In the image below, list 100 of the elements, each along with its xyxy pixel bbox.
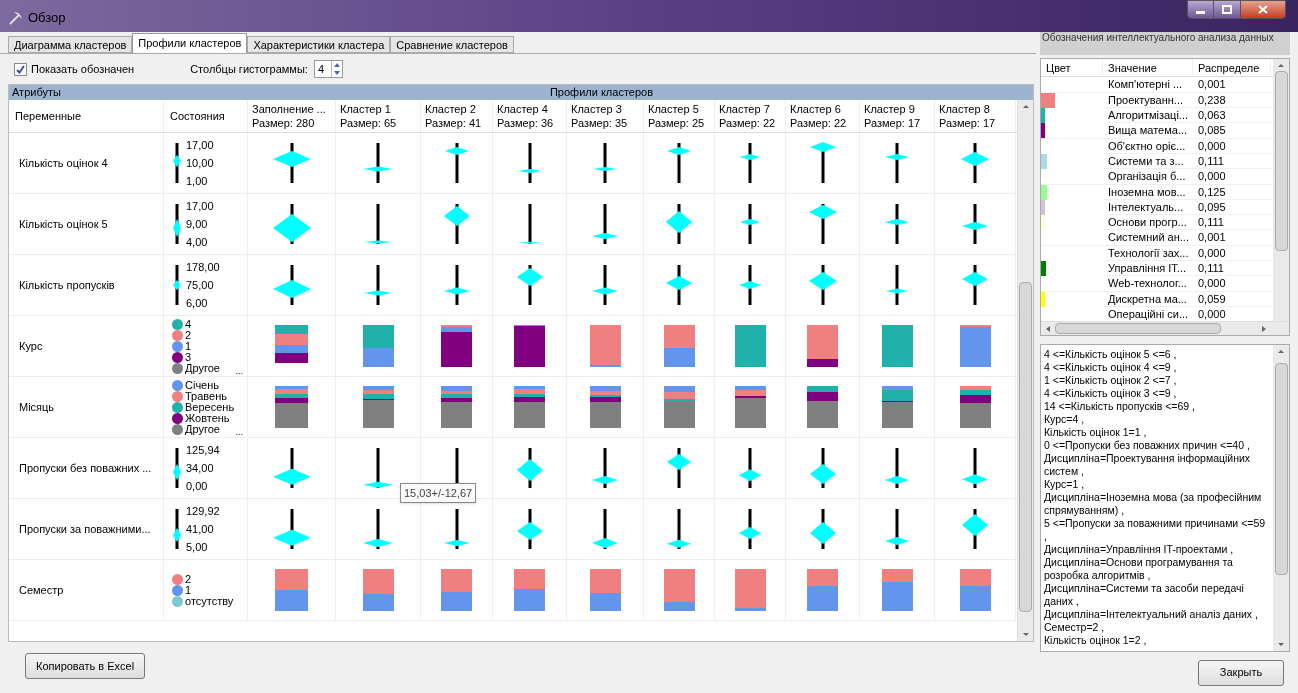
- state-value: 125,94: [186, 443, 220, 457]
- column-header[interactable]: Кластер 4 Размер: 36: [493, 100, 567, 132]
- state-label: 2: [185, 330, 192, 340]
- checkbox[interactable]: [14, 62, 27, 76]
- vertical-scrollbar[interactable]: [1273, 59, 1289, 322]
- column-header[interactable]: Кластер 9 Размер: 17: [860, 100, 935, 132]
- copy-to-excel-button[interactable]: Копировать в Excel: [25, 653, 146, 679]
- range-diamond-icon: [271, 263, 312, 307]
- range-diamond-icon: [884, 507, 910, 551]
- range-diamond-icon: [666, 446, 692, 490]
- close-icon: [1258, 5, 1268, 14]
- range-diamond-icon: [591, 202, 619, 246]
- legend-value: Алгоритмізаці...: [1107, 108, 1190, 124]
- column-title: Кластер 2: [425, 102, 477, 116]
- column-header[interactable]: Переменные: [9, 100, 164, 132]
- variable-name: Пропуски без поважних ...: [19, 460, 152, 476]
- range-diamond-icon: [362, 446, 394, 490]
- stacked-bar: [589, 386, 621, 428]
- rule-line: 0 <=Пропуски без поважних причин <=40 ,: [1044, 439, 1251, 453]
- column-header[interactable]: Значение: [1103, 59, 1193, 78]
- tab[interactable]: Профили кластеров: [132, 33, 248, 53]
- legend-value: Технології зах...: [1107, 245, 1190, 261]
- range-diamond-icon: [807, 263, 838, 307]
- column-header[interactable]: Кластер 7 Размер: 22: [715, 100, 786, 132]
- range-scale-icon: [172, 141, 182, 185]
- state-label: отсутству: [185, 596, 234, 606]
- stacked-bar: [734, 569, 766, 611]
- column-title: Кластер 6: [790, 102, 842, 116]
- column-title: Переменные: [15, 109, 83, 123]
- restore-icon: [1222, 5, 1232, 14]
- stacked-bar: [362, 325, 394, 367]
- legend-value: Організація б...: [1107, 169, 1187, 185]
- range-scale-icon: [172, 507, 182, 551]
- legend-value: Проектуванн...: [1107, 92, 1184, 108]
- column-title: Кластер 8: [939, 102, 991, 116]
- close-button[interactable]: [1240, 0, 1286, 19]
- tab[interactable]: Диаграмма кластеров: [8, 36, 133, 53]
- column-header[interactable]: Распределе: [1193, 59, 1271, 78]
- column-title: Кластер 3: [571, 102, 623, 116]
- column-title: Кластер 4: [497, 102, 549, 116]
- scrollbar-thumb[interactable]: [1274, 363, 1288, 576]
- legend-value: Вища матема...: [1107, 123, 1189, 139]
- scrollbar-thumb[interactable]: [1019, 282, 1032, 612]
- range-diamond-icon: [362, 507, 394, 551]
- column-title: Кластер 5: [648, 102, 700, 116]
- stacked-bar: [959, 325, 991, 367]
- range-diamond-icon: [738, 263, 762, 307]
- range-diamond-icon: [738, 446, 762, 490]
- state-label: 1: [185, 585, 192, 595]
- column-header[interactable]: Кластер 1 Размер: 65: [336, 100, 421, 132]
- legend-distribution: 0,111: [1197, 153, 1225, 169]
- column-header[interactable]: Кластер 6 Размер: 22: [786, 100, 860, 132]
- tooltip: 15,03+/-12,67: [400, 483, 477, 503]
- legend-distribution: 0,111: [1197, 261, 1225, 276]
- range-diamond-icon: [271, 446, 312, 490]
- variable-name: Кількість оцінок 4: [19, 155, 108, 171]
- range-scale-icon: [172, 263, 182, 307]
- column-header[interactable]: Кластер 3 Размер: 35: [567, 100, 644, 132]
- column-header[interactable]: Заполнение ... Размер: 280: [248, 100, 336, 132]
- vertical-scrollbar[interactable]: [1017, 100, 1033, 641]
- stacked-bar: [881, 386, 913, 428]
- legend-title: Обозначения интеллектуального анализа данных: [1042, 32, 1274, 43]
- rule-line: Дисципліна=Іноземна мова (за професійним спрямуванням) ,: [1044, 491, 1263, 518]
- range-diamond-icon: [271, 507, 312, 551]
- rule-line: Курс=4 ,: [1044, 413, 1086, 427]
- range-diamond-icon: [807, 202, 838, 246]
- column-header[interactable]: Кластер 2 Размер: 41: [421, 100, 493, 132]
- scrollbar-thumb[interactable]: [1055, 323, 1221, 335]
- stacked-bar: [589, 569, 621, 611]
- column-header[interactable]: Кластер 5 Размер: 25: [644, 100, 715, 132]
- rule-line: 1 <=Кількість оцінок 2 <=7 ,: [1044, 374, 1178, 388]
- variable-name: Місяць: [19, 399, 55, 415]
- tab[interactable]: Сравнение кластеров: [390, 36, 514, 53]
- maximize-button[interactable]: [1214, 0, 1240, 19]
- vertical-scrollbar[interactable]: [1273, 345, 1289, 651]
- range-diamond-icon: [666, 141, 692, 185]
- rule-line: Дисципліна=Системи та засоби передачі даних ,: [1044, 582, 1245, 609]
- column-header[interactable]: Состояния: [164, 100, 248, 132]
- horizontal-scrollbar[interactable]: [1041, 321, 1289, 336]
- stacked-bar: [514, 386, 545, 428]
- range-diamond-icon: [808, 446, 837, 490]
- down-arrow-icon: [331, 69, 342, 77]
- group-header: Профили кластеров: [549, 85, 653, 100]
- state-value: 4,00: [186, 235, 209, 249]
- up-arrow-icon: [331, 61, 342, 69]
- scrollbar-thumb[interactable]: [1274, 71, 1288, 252]
- column-header[interactable]: Кластер 8 Размер: 17: [935, 100, 1016, 132]
- cluster-size: Размер: 280: [252, 116, 316, 130]
- spin-field[interactable]: 4: [313, 60, 343, 78]
- rule-line: 5 <=Пропуски за поважними причинами <=59 ,: [1044, 517, 1267, 544]
- tab[interactable]: Характеристики кластера: [247, 36, 391, 53]
- legend-value: Управління IT...: [1107, 261, 1188, 276]
- rule-line: 4 <=Кількість оцінок 4 <=9 ,: [1044, 361, 1178, 375]
- rule-line: Курс=1 ,: [1044, 478, 1086, 492]
- pickaxe-icon: [8, 10, 24, 26]
- state-label: 2: [185, 574, 192, 584]
- close-dialog-button[interactable]: Закрыть: [1198, 659, 1284, 686]
- minimize-button[interactable]: [1187, 0, 1214, 19]
- rule-line: 14 <=Кількість пропусків <=69 ,: [1044, 400, 1196, 414]
- range-scale-icon: [172, 202, 182, 246]
